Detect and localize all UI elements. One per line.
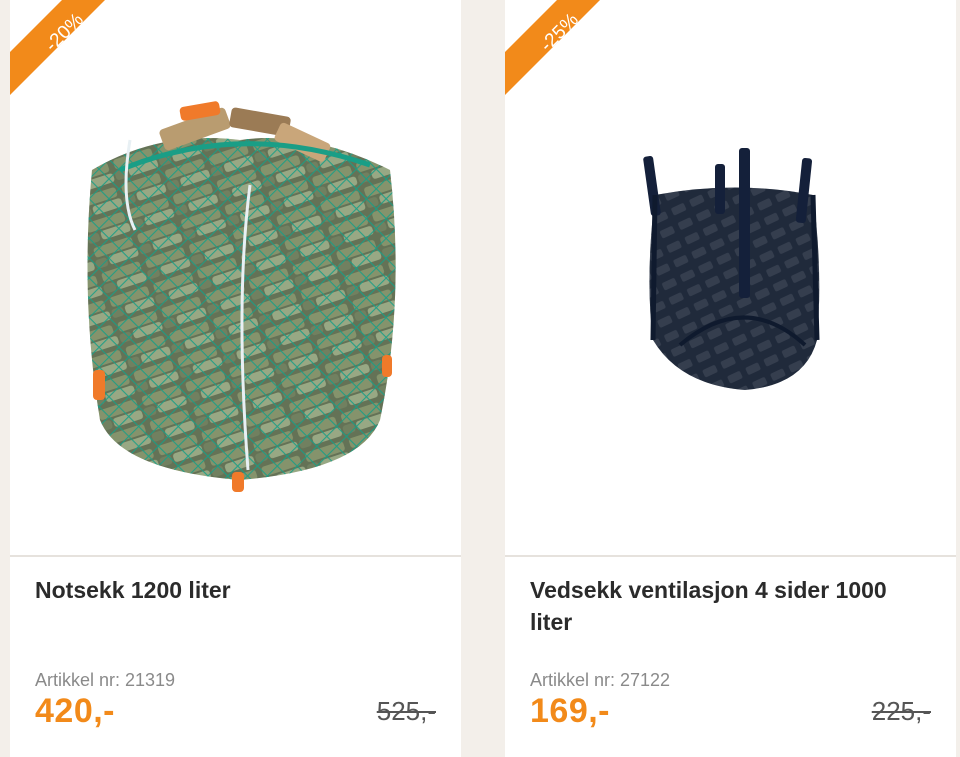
- product-title[interactable]: Notsekk 1200 liter: [35, 574, 435, 606]
- card-divider: [505, 555, 956, 557]
- product-card[interactable]: -20% Notsekk 1200 liter Artikkel nr: 213…: [10, 0, 461, 757]
- product-card[interactable]: -25% Vedsekk ventilasjon 4 sider 1000 li…: [505, 0, 956, 757]
- card-divider: [10, 555, 461, 557]
- product-title[interactable]: Vedsekk ventilasjon 4 sider 1000 liter: [530, 574, 930, 638]
- product-sku: Artikkel nr: 27122: [530, 670, 671, 690]
- discount-badge: -25%: [505, 0, 620, 95]
- product-old-price: 525,-: [376, 696, 436, 726]
- product-price: 169,-: [530, 692, 610, 730]
- product-old-price: 225,-: [871, 696, 931, 726]
- product-price: 420,-: [35, 692, 115, 730]
- product-grid: -20% Notsekk 1200 liter Artikkel nr: 213…: [0, 0, 960, 757]
- discount-badge: -20%: [10, 0, 125, 95]
- product-sku: Artikkel nr: 21319: [35, 670, 176, 690]
